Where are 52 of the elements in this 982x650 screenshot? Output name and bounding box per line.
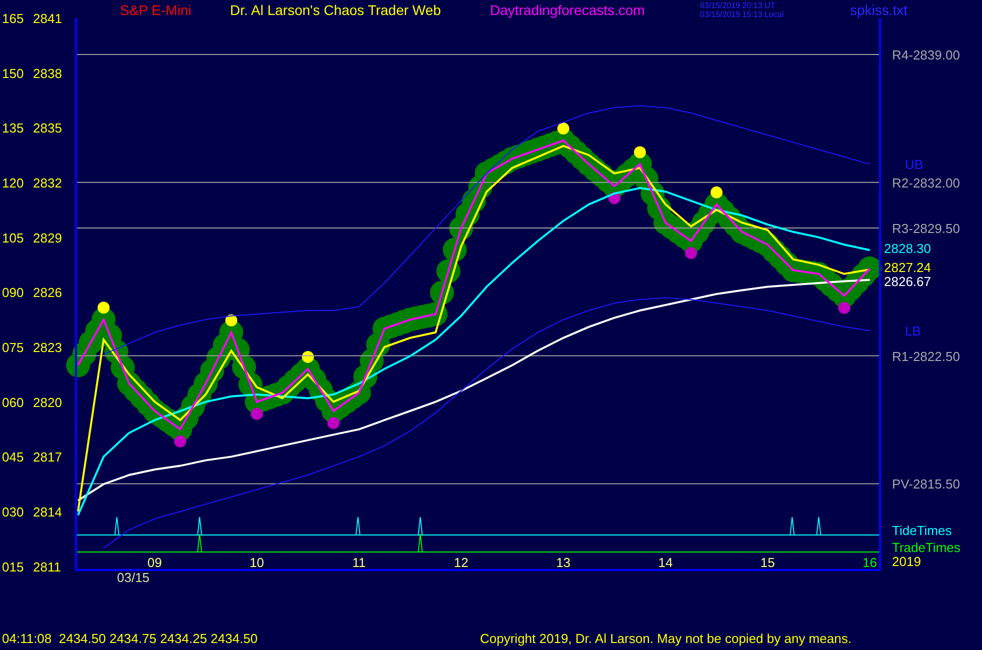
axis-label: 16 bbox=[862, 555, 878, 570]
copyright-text: Copyright 2019, Dr. Al Larson. May not be copied by any means. bbox=[480, 630, 852, 648]
band-label: UB bbox=[905, 157, 924, 172]
axis-label: 105 bbox=[2, 230, 24, 246]
axis-label: 060 bbox=[2, 394, 24, 410]
axis-label: 11 bbox=[352, 555, 366, 570]
axis-label: 2826 bbox=[33, 285, 62, 300]
axis-label: 150 bbox=[2, 66, 24, 81]
axis-label: 2823 bbox=[33, 340, 62, 355]
axis-label: 12 bbox=[454, 555, 468, 570]
axis-label: 2829 bbox=[33, 230, 62, 246]
axis-label: 030 bbox=[2, 504, 24, 520]
axis-label: 14 bbox=[658, 555, 673, 570]
axis-label: 2835 bbox=[33, 120, 62, 136]
band-label: LB bbox=[905, 324, 921, 339]
file-name: spkiss.txt bbox=[850, 0, 908, 20]
level-label: R4-2839.00 bbox=[892, 48, 960, 62]
website-link[interactable]: Daytradingforecasts.com bbox=[490, 0, 700, 20]
axis-label: 2832 bbox=[33, 176, 62, 190]
value-label: 2828.30 bbox=[884, 241, 931, 256]
timing-label: TradeTimes bbox=[892, 540, 960, 555]
axis-label: 2820 bbox=[33, 394, 62, 410]
level-label: PV-2815.50 bbox=[892, 476, 960, 492]
axis-label: 2817 bbox=[33, 450, 62, 465]
level-label: R1-2822.50 bbox=[892, 348, 960, 364]
axis-label: 045 bbox=[2, 450, 24, 465]
axis-label: 2811 bbox=[33, 559, 61, 574]
level-label: R3-2829.50 bbox=[892, 221, 960, 236]
value-label: 2827.24 bbox=[884, 260, 931, 275]
axis-label: 015 bbox=[2, 559, 24, 574]
timestamp-local: 03/15/2019 15:13 Local bbox=[700, 10, 785, 19]
site-title: Dr. Al Larson's Chaos Trader Web bbox=[230, 0, 442, 20]
axis-label: 2838 bbox=[33, 66, 62, 81]
date-label: 03/15 bbox=[117, 570, 150, 585]
quote-text: 04:11:08 2434.50 2434.75 2434.25 2434.50 bbox=[1, 630, 259, 648]
symbol-title: S&P E-Mini bbox=[120, 0, 192, 20]
axis-label: 10 bbox=[250, 555, 264, 570]
value-label: 2826.67 bbox=[884, 274, 931, 289]
axis-label: 090 bbox=[2, 285, 24, 300]
level-label: R2-2832.00 bbox=[892, 175, 960, 190]
axis-label: 2814 bbox=[33, 504, 62, 520]
axis-label: 165 bbox=[2, 11, 24, 26]
axis-label: 2841 bbox=[33, 11, 62, 26]
axis-label: 09 bbox=[147, 555, 162, 570]
axis-label: 13 bbox=[556, 555, 571, 570]
year-label: 2019 bbox=[892, 554, 921, 569]
axis-label: 135 bbox=[2, 120, 24, 136]
timestamp-ut: 03/15/2019 20:13 UT bbox=[700, 1, 776, 10]
axis-label: 15 bbox=[760, 555, 775, 570]
timing-label: TideTimes bbox=[892, 523, 952, 538]
axis-label: 075 bbox=[2, 340, 24, 355]
axis-label: 120 bbox=[2, 176, 24, 190]
